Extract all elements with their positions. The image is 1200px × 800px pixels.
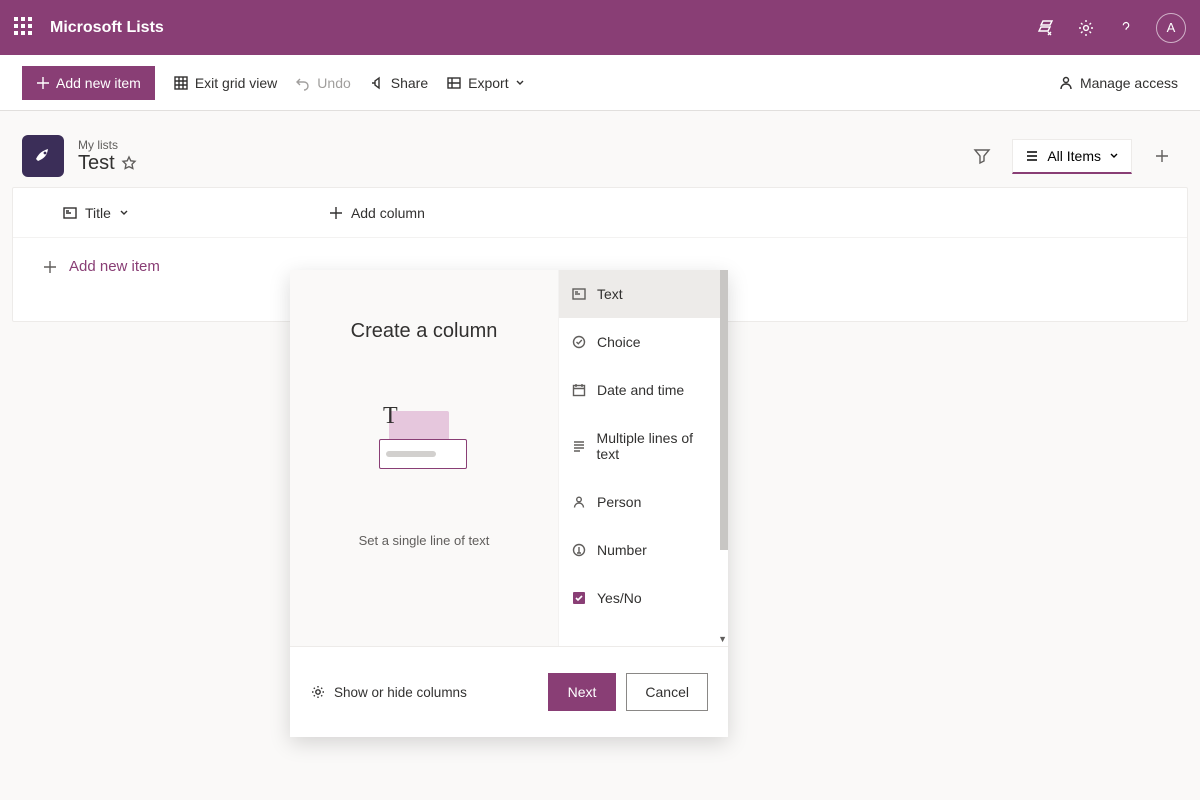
breadcrumb[interactable]: My lists [78, 138, 137, 152]
column-header-title[interactable]: Title [63, 205, 129, 221]
column-type-label: Person [597, 494, 641, 510]
exit-grid-view-button[interactable]: Exit grid view [173, 75, 277, 91]
cal-icon [571, 382, 587, 398]
column-type-choice[interactable]: Choice [559, 318, 728, 366]
command-bar: Add new item Exit grid view Undo Share E… [0, 55, 1200, 111]
abc-icon [571, 286, 587, 302]
chevron-down-icon [119, 208, 129, 218]
column-type-text[interactable]: Text [559, 270, 728, 318]
show-hide-columns-button[interactable]: Show or hide columns [310, 684, 467, 700]
add-new-item-label: Add new item [56, 75, 141, 91]
column-type-list[interactable]: ▲ TextChoiceDate and timeMultiple lines … [558, 270, 728, 646]
cancel-button[interactable]: Cancel [626, 673, 708, 711]
yn-icon [571, 590, 587, 606]
view-selector[interactable]: All Items [1012, 139, 1132, 174]
account-avatar[interactable]: A [1156, 13, 1186, 43]
add-view-button[interactable] [1146, 140, 1178, 172]
share-button[interactable]: Share [369, 75, 428, 91]
list-name: Test [78, 152, 137, 175]
flyout-preview-pane: Create a column T Set a single line of t… [290, 270, 558, 646]
flyout-heading: Create a column [351, 320, 498, 343]
column-type-illustration: T [379, 403, 469, 473]
filter-button[interactable] [966, 140, 998, 172]
add-new-item-button[interactable]: Add new item [22, 66, 155, 100]
next-button[interactable]: Next [548, 673, 617, 711]
scroll-down-icon[interactable]: ▼ [718, 634, 727, 644]
column-type-label: Choice [597, 334, 641, 350]
chevron-down-icon [515, 78, 525, 88]
column-type-label: Number [597, 542, 647, 558]
lists-home-icon[interactable] [1036, 18, 1056, 38]
column-type-multiple-lines-of-text[interactable]: Multiple lines of text [559, 414, 728, 478]
app-bar: Microsoft Lists A [0, 0, 1200, 55]
scrollbar[interactable] [720, 270, 728, 550]
help-icon[interactable] [1116, 18, 1136, 38]
avatar-initial: A [1167, 20, 1176, 35]
column-type-person[interactable]: Person [559, 478, 728, 526]
column-type-yes-no[interactable]: Yes/No [559, 574, 728, 622]
column-header-row: Title Add column [13, 188, 1187, 238]
column-type-label: Text [597, 286, 623, 302]
num-icon [571, 542, 587, 558]
list-header: My lists Test All Items [0, 111, 1200, 187]
check-icon [571, 334, 587, 350]
column-type-date-and-time[interactable]: Date and time [559, 366, 728, 414]
column-type-label: Date and time [597, 382, 684, 398]
app-launcher-icon[interactable] [14, 17, 36, 39]
column-type-label: Multiple lines of text [597, 430, 716, 462]
add-column-button[interactable]: Add column [329, 205, 425, 221]
app-name: Microsoft Lists [50, 19, 164, 37]
person-icon [571, 494, 587, 510]
export-button[interactable]: Export [446, 75, 524, 91]
column-type-label: Yes/No [597, 590, 642, 606]
manage-access-button[interactable]: Manage access [1058, 75, 1178, 91]
list-tile-icon [22, 135, 64, 177]
chevron-down-icon [1109, 151, 1119, 161]
lines-icon [571, 438, 587, 454]
favorite-star-icon[interactable] [121, 155, 137, 171]
undo-button[interactable]: Undo [295, 75, 350, 91]
column-type-number[interactable]: Number [559, 526, 728, 574]
flyout-description: Set a single line of text [359, 533, 490, 548]
create-column-flyout: Create a column T Set a single line of t… [290, 270, 728, 737]
settings-icon[interactable] [1076, 18, 1096, 38]
